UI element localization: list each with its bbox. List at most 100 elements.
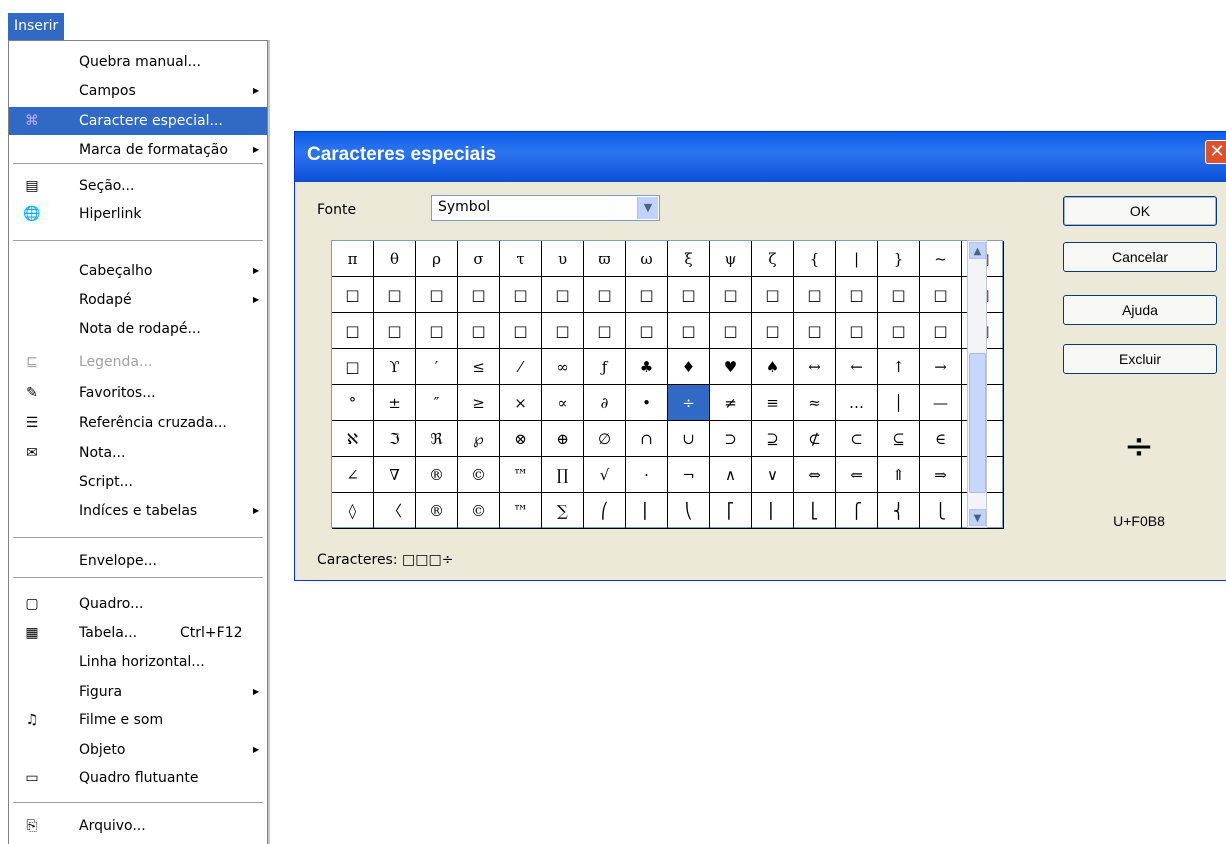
character-cell[interactable]: □	[668, 277, 710, 313]
character-cell[interactable]: ℘	[458, 421, 500, 457]
character-cell[interactable]: ≥	[458, 385, 500, 421]
character-cell[interactable]: □	[878, 277, 920, 313]
character-cell[interactable]: ♥	[710, 349, 752, 385]
character-cell[interactable]: ♦	[668, 349, 710, 385]
character-cell[interactable]: □	[878, 313, 920, 349]
character-cell[interactable]: ≡	[752, 385, 794, 421]
character-cell[interactable]: □	[332, 277, 374, 313]
character-cell[interactable]: ℜ	[416, 421, 458, 457]
character-cell[interactable]: ♠	[752, 349, 794, 385]
character-cell[interactable]: ~	[920, 241, 962, 277]
character-cell[interactable]: ⁄	[500, 349, 542, 385]
character-cell[interactable]: ·	[626, 457, 668, 493]
character-cell[interactable]: □	[416, 277, 458, 313]
character-cell[interactable]: ƒ	[584, 349, 626, 385]
character-cell[interactable]: ≈	[794, 385, 836, 421]
character-cell[interactable]: ©	[458, 493, 500, 529]
menu-item-seção[interactable]: ▤ Seção...	[9, 172, 267, 200]
menu-item-figura[interactable]: Figura ▶	[9, 678, 267, 706]
menu-inserir[interactable]: Inserir	[8, 13, 65, 40]
character-cell[interactable]: ∑	[542, 493, 584, 529]
character-cell[interactable]: □	[626, 277, 668, 313]
menu-item-objeto[interactable]: Objeto ▶	[9, 736, 267, 764]
menu-item-campos[interactable]: Campos ▶	[9, 77, 267, 105]
character-cell[interactable]: ∠	[332, 457, 374, 493]
menu-item-script[interactable]: Script...	[9, 468, 267, 496]
character-cell[interactable]: ⎛	[584, 493, 626, 529]
character-cell[interactable]: □	[332, 349, 374, 385]
character-cell[interactable]: ×	[500, 385, 542, 421]
grid-scrollbar[interactable]: ▲ ▼	[967, 240, 987, 528]
character-cell[interactable]: ϒ	[374, 349, 416, 385]
cancel-button[interactable]: Cancelar	[1063, 242, 1217, 272]
menu-item-quadro-flutuante[interactable]: ▭ Quadro flutuante	[9, 764, 267, 792]
character-cell[interactable]: θ	[374, 241, 416, 277]
character-cell[interactable]: —	[920, 385, 962, 421]
character-cell[interactable]: ⎜	[626, 493, 668, 529]
character-cell[interactable]: ⊄	[794, 421, 836, 457]
menu-item-filme-e-som[interactable]: ♫ Filme e som	[9, 706, 267, 734]
character-cell[interactable]: ∪	[668, 421, 710, 457]
character-cell[interactable]: ∏	[542, 457, 584, 493]
character-cell[interactable]: □	[794, 313, 836, 349]
delete-button[interactable]: Excluir	[1063, 344, 1217, 374]
font-dropdown[interactable]: Symbol ▼	[431, 195, 660, 221]
character-cell[interactable]: ∧	[710, 457, 752, 493]
character-cell[interactable]: □	[332, 313, 374, 349]
character-cell[interactable]: →	[920, 349, 962, 385]
character-cell[interactable]: □	[710, 313, 752, 349]
menu-item-quebra-manual[interactable]: Quebra manual...	[9, 48, 267, 76]
character-cell[interactable]: □	[626, 313, 668, 349]
character-cell[interactable]: □	[710, 277, 752, 313]
menu-item-linha-horizontal[interactable]: Linha horizontal...	[9, 648, 267, 676]
character-cell[interactable]: ∂	[584, 385, 626, 421]
close-icon[interactable]: ✕	[1205, 140, 1226, 164]
character-cell[interactable]: ←	[836, 349, 878, 385]
character-cell[interactable]: π	[332, 241, 374, 277]
character-cell[interactable]: □	[794, 277, 836, 313]
character-cell[interactable]: □	[836, 313, 878, 349]
character-cell[interactable]: }	[878, 241, 920, 277]
menu-item-nota-de-rodapé[interactable]: Nota de rodapé...	[9, 315, 267, 343]
scroll-down-icon[interactable]: ▼	[969, 509, 986, 526]
menu-item-referência-cruzada[interactable]: ☰ Referência cruzada...	[9, 409, 267, 437]
character-cell[interactable]: ™	[500, 457, 542, 493]
character-cell[interactable]: ⇒	[920, 457, 962, 493]
character-cell[interactable]: □	[584, 277, 626, 313]
character-cell[interactable]: 〈	[374, 493, 416, 529]
character-cell[interactable]: °	[332, 385, 374, 421]
chevron-down-icon[interactable]: ▼	[637, 197, 658, 219]
character-cell[interactable]: •	[626, 385, 668, 421]
character-cell[interactable]: ∝	[542, 385, 584, 421]
character-cell[interactable]: ∇	[374, 457, 416, 493]
character-cell[interactable]: ≤	[458, 349, 500, 385]
character-cell[interactable]: ¬	[668, 457, 710, 493]
scroll-up-icon[interactable]: ▲	[969, 242, 986, 259]
character-cell[interactable]: □	[920, 277, 962, 313]
menu-item-marca-de-formatação[interactable]: Marca de formatação ▶	[9, 136, 267, 164]
character-cell[interactable]: √	[584, 457, 626, 493]
character-cell[interactable]: □	[836, 277, 878, 313]
character-cell[interactable]: □	[542, 277, 584, 313]
character-cell[interactable]: ⎢	[752, 493, 794, 529]
dialog-titlebar[interactable]: Caracteres especiais ✕	[295, 132, 1226, 182]
menu-item-quadro[interactable]: ▢ Quadro...	[9, 590, 267, 618]
character-cell[interactable]: □	[416, 313, 458, 349]
character-cell[interactable]: □	[458, 313, 500, 349]
character-cell[interactable]: τ	[500, 241, 542, 277]
character-cell[interactable]: ∞	[542, 349, 584, 385]
character-cell[interactable]: ↑	[878, 349, 920, 385]
character-cell[interactable]: ρ	[416, 241, 458, 277]
character-cell[interactable]: ⊇	[752, 421, 794, 457]
character-cell[interactable]: ◊	[332, 493, 374, 529]
character-cell[interactable]: |	[836, 241, 878, 277]
character-cell[interactable]: ®	[416, 457, 458, 493]
menu-item-nota[interactable]: ✉ Nota...	[9, 439, 267, 467]
character-cell[interactable]: ⇑	[878, 457, 920, 493]
menu-item-arquivo[interactable]: ⎘ Arquivo...	[9, 812, 267, 840]
help-button[interactable]: Ajuda	[1063, 295, 1217, 325]
menu-item-cabeçalho[interactable]: Cabeçalho ▶	[9, 257, 267, 285]
character-cell[interactable]: □	[374, 313, 416, 349]
character-cell[interactable]: ©	[458, 457, 500, 493]
character-cell[interactable]: {	[794, 241, 836, 277]
